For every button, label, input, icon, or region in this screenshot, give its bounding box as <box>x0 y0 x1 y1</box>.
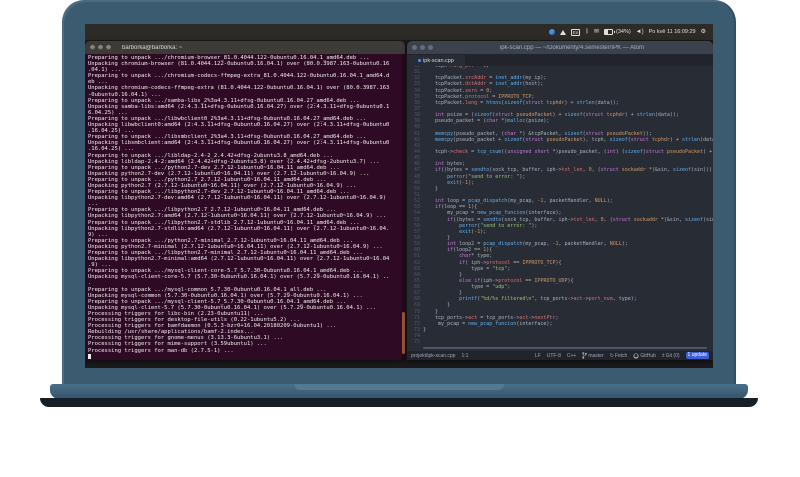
terminal-line: Unpacking samba-libs:amd64 (2:4.3.11+dfs… <box>88 103 390 110</box>
terminal-line: Unpacking chromium-codecs-ffmpeg-extra (… <box>88 85 390 92</box>
battery-indicator[interactable]: (34%) <box>604 29 631 35</box>
status-branch[interactable]: master <box>582 352 604 359</box>
keyboard-layout-indicator[interactable]: En <box>570 28 581 36</box>
code-line: 75 <box>413 339 420 346</box>
page: En ᛒ ✉ (34%) ◄) Po kvě 11 16:09:29 ⚙ bar… <box>0 0 800 477</box>
close-button[interactable] <box>412 45 417 50</box>
code-lines: 30 tcph->urg_ptr = 0; 31 32 tcpPacket.srcA… <box>407 66 713 345</box>
tab-label: ipk-scan.cpp <box>423 57 454 64</box>
terminal-line: Unpacking mysql-common (5.7.30-0ubuntu0.… <box>88 292 363 299</box>
status-github[interactable]: GitHub <box>633 353 656 359</box>
battery-icon-nub <box>614 31 615 33</box>
fetch-icon: ↻ <box>609 352 614 359</box>
status-grammar[interactable]: C++ <box>567 353 576 359</box>
minimize-button[interactable] <box>98 45 103 50</box>
terminal-line: Preparing to unpack .../samba-libs_2%3a4… <box>88 97 360 104</box>
laptop-base <box>50 384 748 399</box>
clock[interactable]: Po kvě 11 16:09:29 <box>649 29 696 35</box>
close-button[interactable] <box>90 45 95 50</box>
editor-title: ipk-scan.cpp — ~/Dokumenty/4.semester/IP… <box>499 44 645 51</box>
terminal-output[interactable]: Preparing to unpack .../chromium-browser… <box>85 54 405 360</box>
wifi-icon[interactable] <box>559 29 566 35</box>
terminal-line: Unpacking python2.7-dev (2.7.12-1ubuntu0… <box>88 170 370 177</box>
terminal-cursor <box>88 353 91 360</box>
tray-app-icon[interactable] <box>548 29 555 35</box>
status-file-path[interactable]: projekt/ipk-scan.cpp <box>411 353 455 359</box>
terminal-line: Unpacking libpython2.7-dev:amd64 (2.7.12… <box>88 195 387 202</box>
status-encoding[interactable]: UTF-8 <box>547 353 561 359</box>
battery-icon <box>604 29 613 35</box>
git-diff-icon: ± <box>661 352 665 359</box>
terminal-line: Unpacking libwbclient0:amd64 (2:4.3.11+d… <box>88 122 390 129</box>
bluetooth-icon[interactable]: ᛒ <box>585 29 589 35</box>
top-panel: En ᛒ ✉ (34%) ◄) Po kvě 11 16:09:29 ⚙ <box>85 24 713 40</box>
status-update-badge[interactable]: 1 update <box>685 352 709 359</box>
terminal-line: Unpacking libsmbclient:amd64 (2:4.3.11+d… <box>88 140 390 147</box>
terminal-line: Unpacking chromium-browser (81.0.4044.12… <box>88 61 390 68</box>
maximize-button[interactable] <box>428 45 433 50</box>
terminal-window: barborka@barborka: ~ Preparing to unpack… <box>85 41 405 360</box>
terminal-scrollbar[interactable] <box>402 54 405 360</box>
tab-ipk-scan[interactable]: ipk-scan.cpp <box>407 55 465 66</box>
github-icon <box>633 352 639 359</box>
battery-percent: (34%) <box>616 29 631 35</box>
status-cursor-position[interactable]: 1:1 <box>461 353 468 359</box>
desktop: barborka@barborka: ~ Preparing to unpack… <box>85 40 713 368</box>
terminal-line: Unpacking libpython2.7-minimal:amd64 (2.… <box>88 256 390 263</box>
git-branch-icon <box>582 352 588 359</box>
editor-window: ipk-scan.cpp — ~/Dokumenty/4.semester/IP… <box>407 41 713 360</box>
status-fetch[interactable]: ↻ Fetch <box>610 353 628 359</box>
mail-icon[interactable]: ✉ <box>594 29 599 35</box>
terminal-titlebar[interactable]: barborka@barborka: ~ <box>85 41 405 54</box>
status-git[interactable]: ± Git (0) <box>662 353 680 359</box>
terminal-title: barborka@barborka: ~ <box>122 44 183 51</box>
status-bar: projekt/ipk-scan.cpp 1:1 LF UTF-8 C++ ma… <box>407 351 713 360</box>
code-editor[interactable]: 30 tcph->urg_ptr = 0; 31 32 tcpPacket.srcA… <box>407 66 713 351</box>
minimize-button[interactable] <box>420 45 425 50</box>
horizontal-scrollbar[interactable] <box>423 347 707 349</box>
terminal-scrollbar-thumb[interactable] <box>402 312 405 354</box>
terminal-line: Unpacking libldap-2.4-2:amd64 (2.4.42+df… <box>88 158 380 165</box>
status-line-ending[interactable]: LF <box>535 353 541 359</box>
session-gear-icon[interactable]: ⚙ <box>701 29 706 35</box>
editor-titlebar[interactable]: ipk-scan.cpp — ~/Dokumenty/4.semester/IP… <box>407 41 713 54</box>
terminal-line: Unpacking libpython2.7:amd64 (2.7.12-1ub… <box>88 213 387 220</box>
maximize-button[interactable] <box>106 45 111 50</box>
laptop-lid-notch <box>294 384 504 390</box>
laptop-screen: En ᛒ ✉ (34%) ◄) Po kvě 11 16:09:29 ⚙ bar… <box>85 24 713 368</box>
terminal-line: Unpacking mysql-client-core-5.7 (5.7.30-… <box>88 274 390 281</box>
terminal-line: Unpacking libpython2.7-stdlib:amd64 (2.7… <box>88 225 390 232</box>
modified-dot-icon <box>418 59 422 62</box>
volume-icon[interactable]: ◄) <box>636 29 644 35</box>
laptop-base-bottom <box>40 398 758 407</box>
tab-bar: ipk-scan.cpp <box>407 54 713 66</box>
terminal-line: Preparing to unpack .../chromium-codecs-… <box>88 73 390 80</box>
terminal-line: Preparing to unpack .../libpython2.7-std… <box>88 219 360 226</box>
